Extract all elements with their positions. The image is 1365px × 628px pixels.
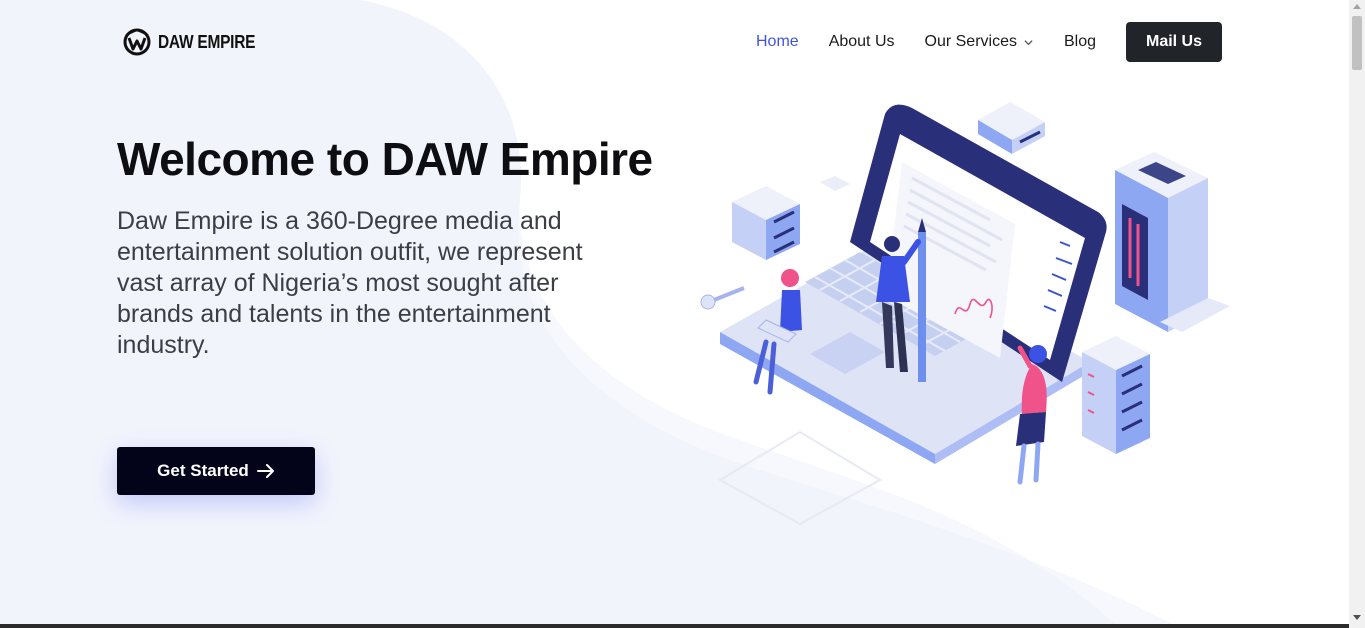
nav-our-services-label: Our Services <box>924 33 1017 50</box>
chevron-down-icon <box>1024 39 1033 45</box>
nav-home[interactable]: Home <box>756 33 799 51</box>
hero-illustration <box>700 102 1230 526</box>
daw-empire-logo-icon <box>123 28 151 56</box>
bottom-edge-bar <box>0 624 1349 628</box>
nav-blog[interactable]: Blog <box>1064 33 1096 51</box>
hero-description: Daw Empire is a 360-Degree media and ent… <box>117 207 583 359</box>
arrow-right-icon <box>256 464 274 478</box>
mail-us-button[interactable]: Mail Us <box>1126 22 1222 62</box>
scroll-up-arrow-icon[interactable] <box>1353 4 1361 9</box>
get-started-button[interactable]: Get Started <box>117 447 315 495</box>
main-nav: Home About Us Our Services Blog Mail Us <box>756 22 1222 62</box>
scroll-down-arrow-icon[interactable] <box>1353 615 1361 620</box>
nav-about-us[interactable]: About Us <box>829 33 895 51</box>
brand-logo[interactable]: DAW EMPIRE <box>122 27 271 57</box>
page-scrollbar[interactable] <box>1349 0 1365 628</box>
brand-name: DAW EMPIRE <box>158 31 256 52</box>
site-header: DAW EMPIRE Home About Us Our Services Bl… <box>0 0 1349 84</box>
get-started-label: Get Started <box>157 461 249 480</box>
scroll-thumb[interactable] <box>1352 16 1362 70</box>
nav-our-services[interactable]: Our Services <box>925 33 1034 51</box>
hero-section: Welcome to DAW Empire Daw Empire is a 36… <box>117 130 657 361</box>
hero-title: Welcome to DAW Empire <box>117 133 653 185</box>
